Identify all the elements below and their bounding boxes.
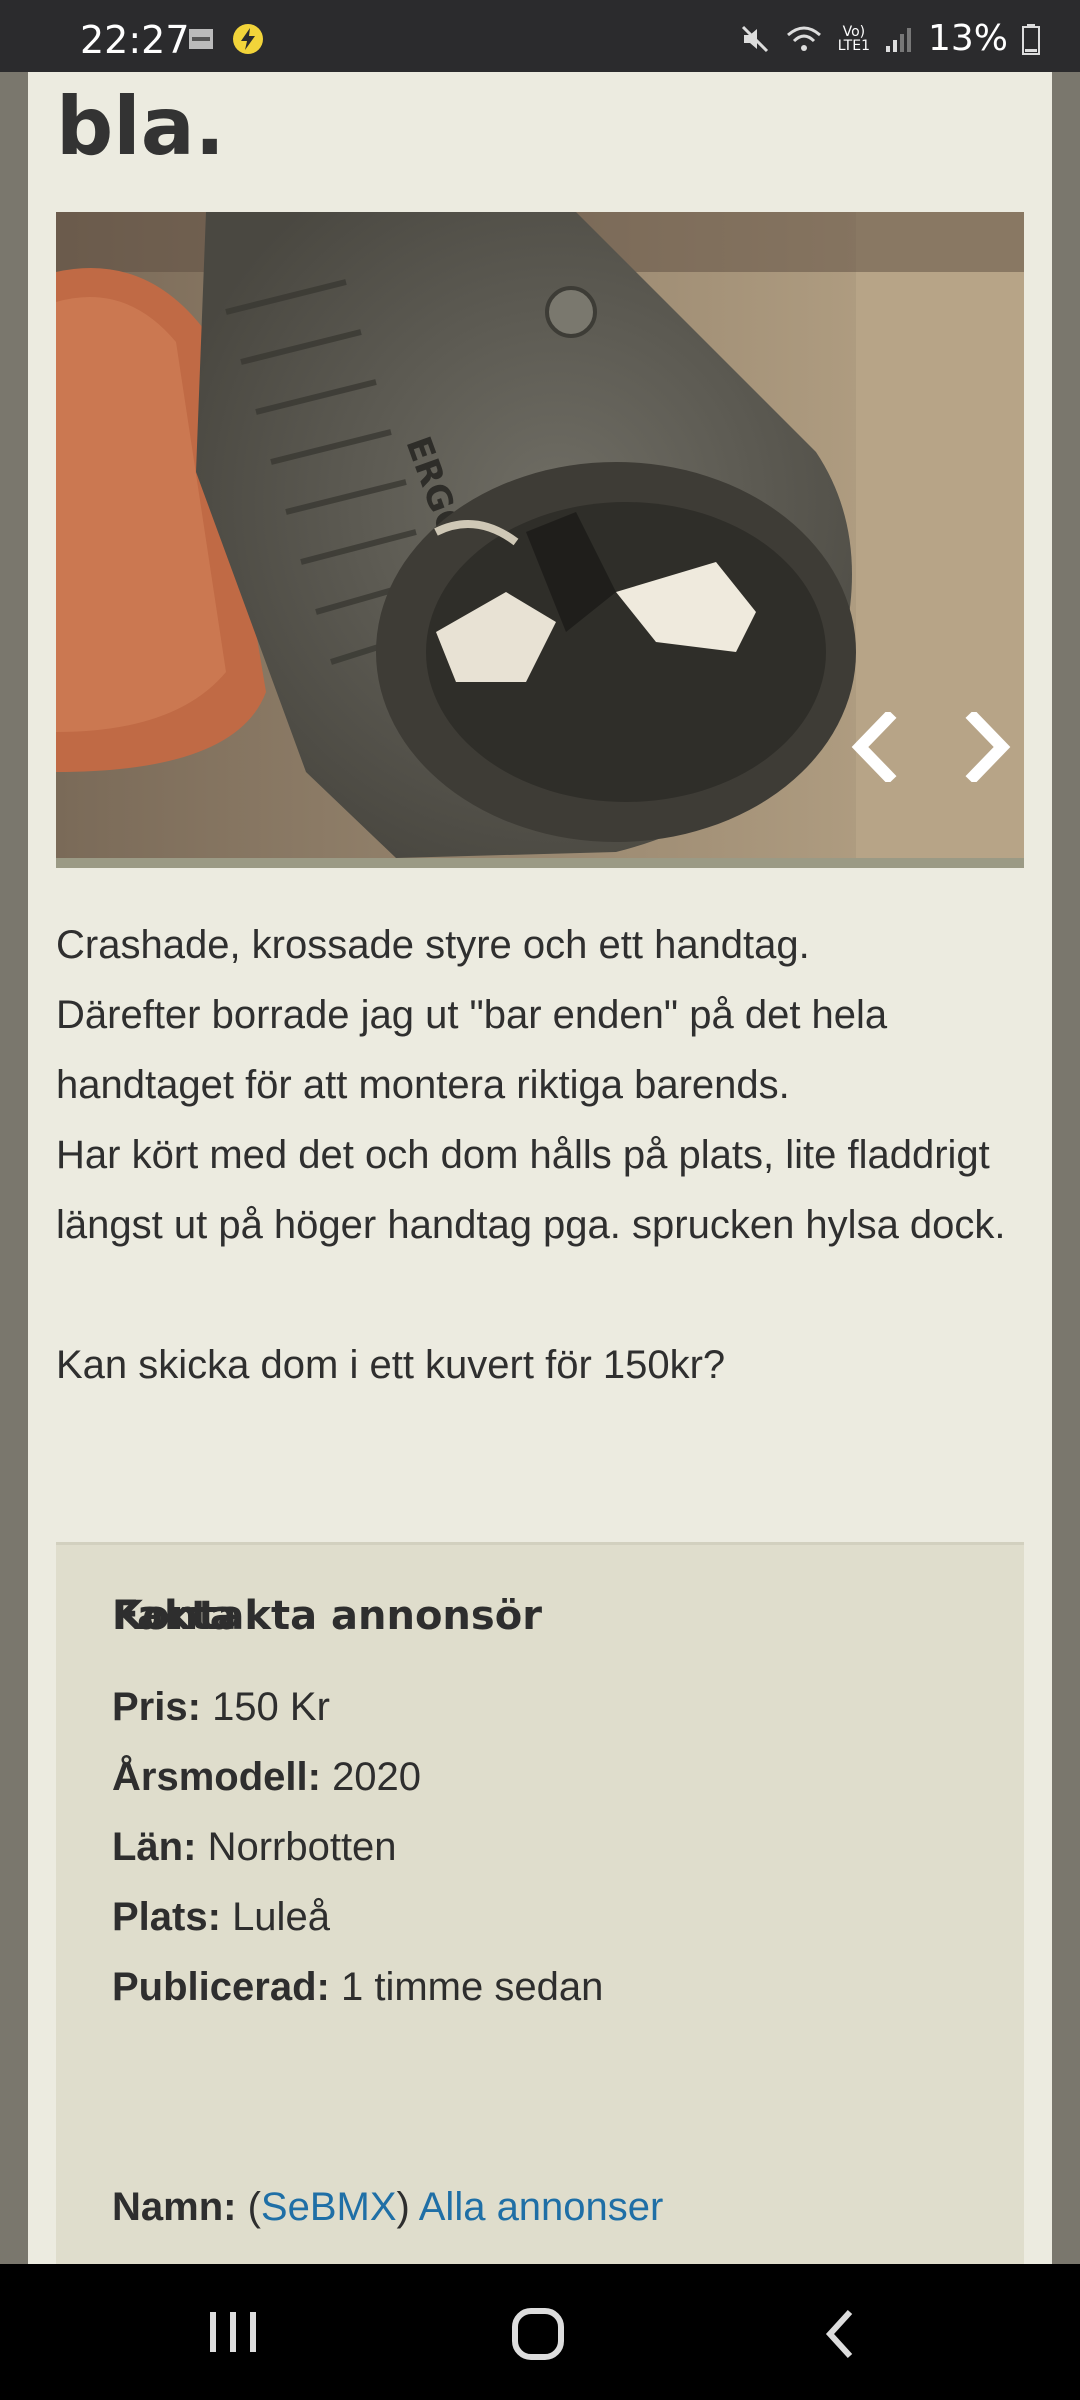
listing-title: bla. bbox=[56, 80, 226, 173]
status-bar: 22:27 Vo) LTE1 13% bbox=[0, 0, 1080, 72]
status-right-icons: Vo) LTE1 13% bbox=[740, 18, 1040, 59]
home-icon[interactable] bbox=[510, 2306, 566, 2362]
fact-place: Plats: Luleå bbox=[112, 1895, 330, 1939]
battery-percent: 13% bbox=[927, 18, 1008, 59]
carousel-next-icon[interactable] bbox=[956, 712, 1016, 782]
charging-bolt-icon bbox=[233, 24, 263, 54]
recent-apps-icon[interactable] bbox=[206, 2308, 260, 2356]
signal-icon bbox=[885, 27, 911, 52]
listing-photo-carousel[interactable]: ERGON bbox=[56, 212, 1024, 868]
listing-page: bla. ERGON Crashade, krossade styre och … bbox=[28, 72, 1052, 2264]
system-nav-bar bbox=[0, 2264, 1080, 2400]
listing-description: Crashade, krossade styre och ett handtag… bbox=[56, 923, 1006, 1387]
seller-username-link[interactable]: SeBMX bbox=[261, 2185, 397, 2229]
fact-year: Årsmodell: 2020 bbox=[112, 1755, 422, 1799]
fact-price: Pris: 150 Kr bbox=[112, 1685, 330, 1729]
lte-indicator: Vo) LTE1 bbox=[837, 23, 870, 54]
back-icon[interactable] bbox=[820, 2308, 860, 2360]
carousel-prev-icon[interactable] bbox=[846, 712, 906, 782]
mute-icon bbox=[741, 25, 768, 52]
contact-heading: Kontakta annonsör bbox=[112, 1593, 542, 1639]
fact-county: Län: Norrbotten bbox=[112, 1825, 397, 1869]
status-time: 22:27 bbox=[80, 18, 190, 62]
facts-box: Fakta Pris: 150 Kr Årsmodell: 2020 Län: … bbox=[56, 1542, 1024, 2264]
battery-icon bbox=[1022, 23, 1040, 55]
all-ads-link[interactable]: Alla annonser bbox=[419, 2185, 664, 2229]
wifi-icon bbox=[786, 26, 821, 51]
sonos-notification-icon bbox=[189, 29, 213, 49]
contact-name-row: Namn: (SeBMX) Alla annonser bbox=[112, 2185, 664, 2229]
fact-published: Publicerad: 1 timme sedan bbox=[112, 1965, 604, 2009]
